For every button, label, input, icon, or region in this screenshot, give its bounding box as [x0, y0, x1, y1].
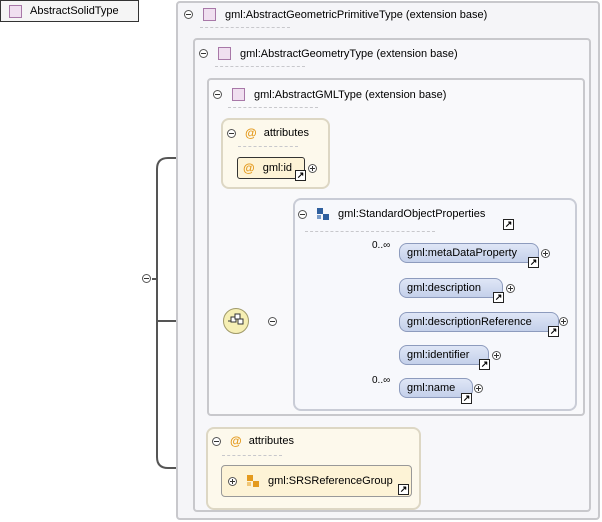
type-icon [232, 88, 245, 101]
divider [228, 107, 318, 108]
divider [222, 455, 282, 456]
group-icon [317, 208, 329, 220]
at-icon: @ [243, 161, 255, 175]
expand-icon[interactable] [228, 476, 237, 486]
divider [305, 231, 435, 232]
collapse-icon[interactable] [212, 436, 221, 446]
link-icon[interactable]: ↗ [493, 292, 504, 303]
container-geometry-label: gml:AbstractGeometryType (extension base… [240, 47, 458, 60]
container-gml-header: gml:AbstractGMLType (extension base) [213, 88, 446, 101]
link-icon[interactable]: ↗ [528, 257, 539, 268]
container-gml-label: gml:AbstractGMLType (extension base) [254, 88, 447, 101]
link-icon[interactable]: ↗ [461, 393, 472, 404]
type-icon [203, 8, 216, 21]
collapse-icon[interactable] [298, 209, 307, 219]
link-icon[interactable]: ↗ [479, 359, 490, 370]
element-label: gml:metaDataProperty [407, 247, 518, 259]
collapse-icon[interactable] [199, 49, 208, 58]
expand-icon[interactable] [492, 351, 501, 360]
type-icon [218, 47, 231, 60]
element-label: gml:name [407, 382, 456, 394]
attributes-bottom-title: attributes [248, 435, 294, 447]
element-label: gml:identifier [407, 349, 470, 361]
group-header: gml:StandardObjectProperties [298, 207, 485, 221]
root-type-box[interactable]: AbstractSolidType [0, 0, 139, 22]
at-icon: @ [230, 434, 242, 448]
divider [200, 27, 290, 28]
attribute-group-srs-reference[interactable]: gml:SRSReferenceGroup [221, 465, 412, 497]
container-primitive-header: gml:AbstractGeometricPrimitiveType (exte… [184, 8, 487, 21]
container-primitive-label: gml:AbstractGeometricPrimitiveType (exte… [225, 8, 488, 21]
container-geometry-header: gml:AbstractGeometryType (extension base… [199, 47, 458, 60]
attributes-bottom-header: @ attributes [212, 434, 294, 448]
expand-icon[interactable] [474, 384, 483, 393]
attribute-gml-id-label: gml:id [262, 162, 293, 174]
divider [238, 146, 298, 147]
attribute-group-icon [247, 475, 259, 487]
collapse-icon[interactable] [227, 128, 236, 138]
root-collapse-icon[interactable] [142, 274, 151, 283]
group-label: gml:StandardObjectProperties [338, 208, 486, 220]
element-description-reference[interactable]: gml:descriptionReference [399, 312, 559, 332]
divider [215, 66, 305, 67]
sequence-compositor-outer[interactable] [223, 308, 249, 334]
element-label: gml:description [407, 282, 481, 294]
element-meta-data-property[interactable]: gml:metaDataProperty [399, 243, 539, 263]
sequence-outer-collapse-icon[interactable] [268, 317, 278, 326]
link-icon[interactable]: ↗ [548, 326, 559, 337]
element-description[interactable]: gml:description [399, 278, 503, 298]
link-icon[interactable]: ↗ [295, 170, 306, 181]
expand-icon[interactable] [308, 164, 317, 173]
expand-icon[interactable] [559, 317, 568, 326]
cardinality-label: 0..∞ [372, 240, 391, 251]
root-type-label: AbstractSolidType [30, 5, 119, 17]
expand-icon[interactable] [541, 249, 550, 258]
group-link-icon[interactable]: ↗ [503, 219, 514, 230]
sequence-icon [228, 313, 244, 325]
element-identifier[interactable]: gml:identifier [399, 345, 489, 365]
type-icon [9, 4, 22, 18]
expand-icon[interactable] [506, 284, 515, 293]
link-icon[interactable]: ↗ [398, 484, 409, 495]
collapse-icon[interactable] [184, 10, 193, 19]
collapse-icon[interactable] [213, 90, 222, 99]
at-icon: @ [245, 126, 257, 140]
element-label: gml:descriptionReference [407, 316, 532, 328]
attributes-top-header: @ attributes [227, 126, 309, 140]
cardinality-label: 0..∞ [372, 375, 391, 386]
attribute-group-label: gml:SRSReferenceGroup [268, 475, 393, 487]
attributes-top-title: attributes [263, 127, 309, 139]
